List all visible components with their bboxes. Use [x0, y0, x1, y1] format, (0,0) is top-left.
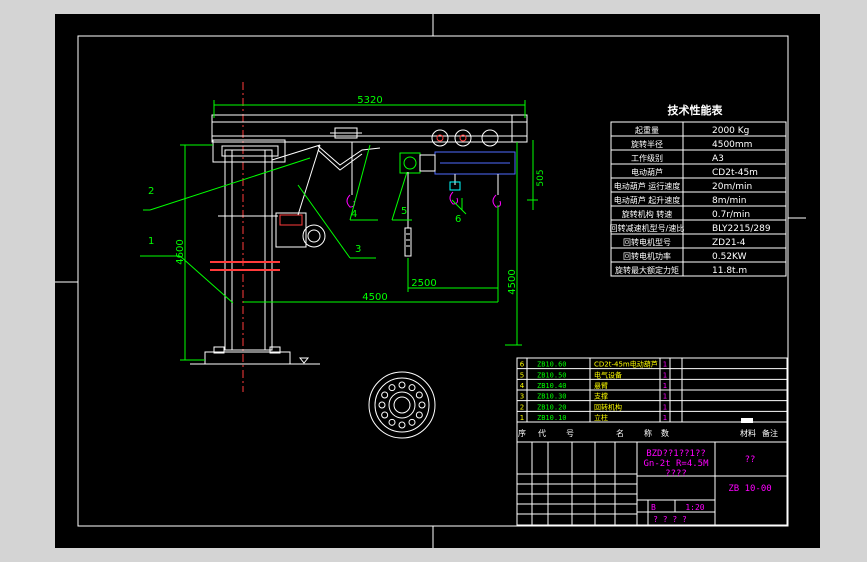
part-no: 5 [520, 371, 524, 379]
spec-table-title: 技术性能表 [668, 103, 724, 117]
part-no: 1 [520, 414, 524, 422]
part-code: ZB10.30 [537, 393, 567, 401]
leader-label: 5 [401, 206, 407, 217]
leader-label: 1 [148, 236, 154, 247]
dim-rotation-radius: 4500 [362, 292, 387, 303]
spec-label: 电动葫芦 起升速度 [614, 195, 681, 205]
spec-value: A3 [712, 154, 724, 164]
part-qty: 1 [663, 382, 667, 390]
part-name: 立柱 [594, 413, 608, 422]
part-name: CD2t-45m电动葫芦 [594, 360, 658, 369]
part-qty: 1 [663, 403, 667, 411]
parts-header-cell: 材料 [740, 428, 756, 438]
school-name: ?? [745, 455, 756, 465]
part-no: 4 [520, 382, 525, 390]
parts-header-cell: 备注 [762, 428, 778, 438]
parts-header-cell: 数 [661, 428, 669, 438]
spec-value: 4500mm [712, 140, 752, 150]
part-qty: 1 [663, 361, 667, 369]
scale-label: B [651, 503, 656, 512]
part-no: 2 [520, 403, 524, 411]
spec-value: 2000 Kg [712, 126, 749, 136]
part-name: 支撑 [594, 392, 608, 401]
part-qty: 1 [663, 393, 667, 401]
spec-label: 电动葫芦 [631, 167, 663, 177]
spec-value: 20m/min [712, 182, 752, 192]
cad-drawing: 5320 4600 4500 505 2500 4500 1 2 3 4 5 6… [55, 14, 820, 548]
spec-label: 旋转机构 转速 [622, 209, 673, 219]
dim-lower-offset: 505 [536, 169, 546, 186]
spec-label: 回转电机型号 [623, 237, 671, 247]
drawing-number: ZB 10-00 [728, 484, 771, 494]
part-no: 6 [520, 361, 525, 369]
spec-value: BLY2215/289 [712, 224, 771, 234]
spec-label: 电动葫芦 运行速度 [614, 181, 681, 191]
leader-label: 3 [355, 244, 361, 255]
spec-value: 11.8t.m [712, 266, 747, 276]
part-qty: 1 [663, 414, 667, 422]
part-name: 电气设备 [594, 370, 622, 379]
parts-header-cell: 号 [566, 429, 574, 438]
part-code: ZB10.10 [537, 414, 567, 422]
spec-label: 起重量 [635, 125, 659, 135]
parts-header-cell: 序 [518, 428, 526, 438]
part-code: ZB10.60 [537, 361, 567, 369]
spec-label: 旋转半径 [631, 139, 663, 149]
spec-value: 0.52KW [712, 252, 747, 262]
dim-hoist-height: 4500 [507, 269, 518, 294]
dim-top-span: 5320 [357, 95, 382, 106]
spec-label: 工作级别 [631, 153, 663, 163]
parts-header-cell: 代 [538, 428, 546, 438]
dim-trolley-span: 2500 [411, 278, 436, 289]
parts-header-cell: 名 [616, 428, 624, 438]
part-qty: 1 [663, 371, 667, 379]
spec-value: ZD21-4 [712, 238, 746, 248]
leader-label: 4 [351, 209, 357, 220]
dim-column-height: 4600 [175, 239, 186, 264]
part-name: 悬臂 [594, 381, 608, 390]
title-line-3: ???? [665, 469, 687, 479]
spec-label: 回转减速机型号/速比 [610, 223, 685, 233]
part-code: ZB10.20 [537, 403, 567, 411]
part-code: ZB10.40 [537, 382, 567, 390]
spec-label: 回转电机功率 [623, 251, 671, 261]
parts-header-cell: 称 [644, 428, 652, 438]
scale-value: 1:20 [685, 503, 704, 512]
spec-label: 旋转最大额定力矩 [615, 265, 679, 275]
leader-label: 2 [148, 186, 154, 197]
title-line-1: BZD??1??1?? [646, 449, 706, 459]
leader-label: 6 [455, 214, 461, 225]
sheet-info: ? ? ? ? [653, 515, 687, 524]
title-line-2: Gn-2t R=4.5M [643, 459, 709, 469]
spec-value: 0.7r/min [712, 210, 750, 220]
spec-value: CD2t-45m [712, 168, 758, 178]
part-code: ZB10.50 [537, 371, 567, 379]
part-name: 回转机构 [594, 402, 622, 411]
spec-value: 8m/min [712, 196, 747, 206]
part-no: 3 [520, 393, 524, 401]
